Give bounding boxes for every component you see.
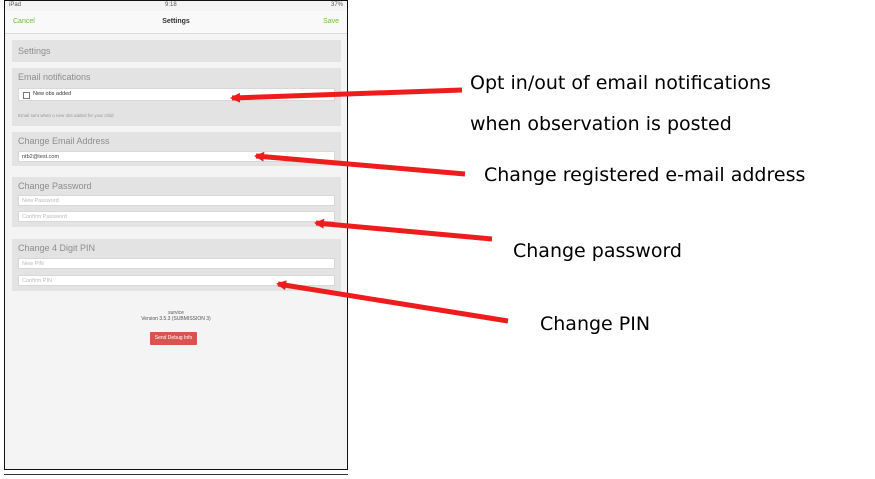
arrow-email-notifications [230,87,463,103]
annotation-email-notifications-line2: when observation is posted [470,113,732,135]
annotation-pin: Change PIN [540,313,651,335]
arrow-pin [276,280,509,324]
arrow-email-address [254,151,466,177]
annotation-email-address: Change registered e-mail address [484,164,806,186]
annotation-password: Change password [513,240,682,262]
arrow-password [314,218,493,242]
annotation-email-notifications-line1: Opt in/out of email notifications [470,72,771,94]
